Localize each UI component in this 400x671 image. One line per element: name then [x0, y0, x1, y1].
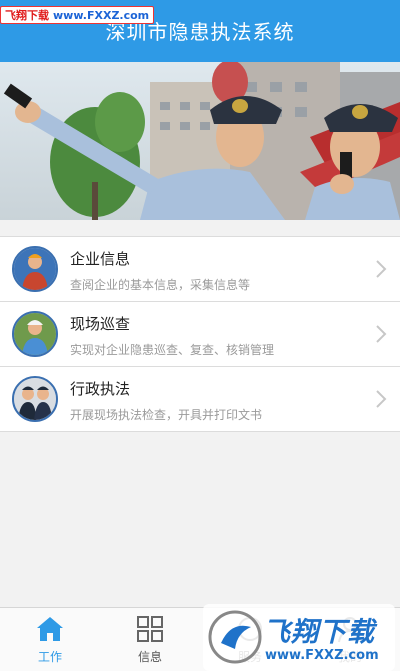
- menu-item-site-inspection[interactable]: 现场巡查 实现对企业隐患巡查、复查、核销管理: [0, 302, 400, 367]
- banner-image: [0, 62, 400, 220]
- menu-list: 企业信息 查阅企业的基本信息，采集信息等 现场巡查 实现对企业隐患巡查、复查、核…: [0, 236, 400, 432]
- chevron-right-icon: [376, 325, 387, 343]
- menu-item-title: 企业信息: [70, 250, 131, 268]
- tab-label: 工作: [37, 650, 62, 664]
- watermark-logo: 飞翔下载 www.FXXZ.com: [203, 604, 395, 671]
- watermark-logo-url: www.FXXZ.com: [265, 648, 379, 663]
- menu-item-title: 行政执法: [70, 380, 131, 398]
- site-inspector-icon: [12, 311, 58, 357]
- menu-item-desc: 实现对企业隐患巡查、复查、核销管理: [70, 343, 275, 357]
- tab-label: 信息: [137, 650, 162, 664]
- watermark-badge: 飞翔下载 www.FXXZ.com: [0, 6, 155, 24]
- enforcement-officers-icon: [12, 376, 58, 422]
- chevron-right-icon: [376, 390, 387, 408]
- menu-item-desc: 开展现场执法检查，开具并打印文书: [70, 408, 263, 422]
- watermark-brand: 飞翔下载: [5, 9, 49, 22]
- banner-police-illustration: [3, 62, 400, 220]
- watermark-url: www.FXXZ.com: [53, 8, 150, 22]
- grid-icon: [137, 616, 163, 642]
- watermark-logo-brand: 飞翔下载: [263, 617, 375, 648]
- watermark-bird-icon: [208, 610, 262, 664]
- menu-item-administrative-enforcement[interactable]: 行政执法 开展现场执法检查，开具并打印文书: [0, 367, 400, 432]
- tab-work[interactable]: 工作: [0, 608, 100, 671]
- menu-item-desc: 查阅企业的基本信息，采集信息等: [70, 278, 251, 292]
- tab-info[interactable]: 信息: [100, 608, 200, 671]
- app-header: 深圳市隐患执法系统 飞翔下载 www.FXXZ.com: [0, 0, 400, 62]
- menu-item-title: 现场巡查: [70, 315, 131, 333]
- enterprise-worker-icon: [12, 246, 58, 292]
- home-icon: [37, 617, 63, 641]
- menu-item-enterprise-info[interactable]: 企业信息 查阅企业的基本信息，采集信息等: [0, 237, 400, 302]
- chevron-right-icon: [376, 260, 387, 278]
